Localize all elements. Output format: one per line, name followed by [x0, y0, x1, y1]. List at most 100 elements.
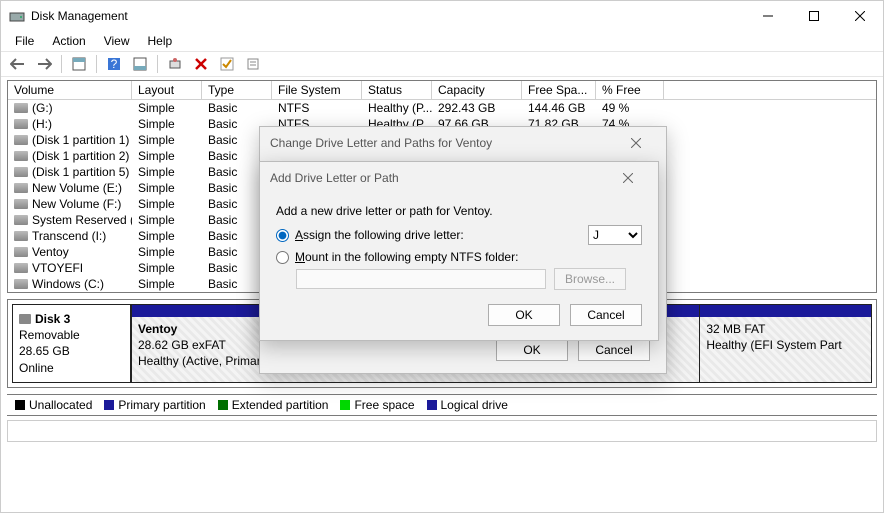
cell: Simple [132, 212, 202, 228]
volume-row[interactable]: (G:)SimpleBasicNTFSHealthy (P...292.43 G… [8, 100, 876, 116]
ok-button[interactable]: OK [488, 304, 560, 326]
cell: Simple [132, 148, 202, 164]
cancel-button[interactable]: Cancel [578, 339, 650, 361]
cell: Simple [132, 244, 202, 260]
help-icon[interactable]: ? [103, 53, 125, 75]
column-header[interactable]: Status [362, 81, 432, 99]
cell: 292.43 GB [432, 100, 522, 116]
column-header[interactable]: File System [272, 81, 362, 99]
browse-button: Browse... [554, 268, 626, 290]
cell: Transcend (I:) [8, 228, 132, 244]
volume-icon [14, 119, 28, 129]
legend-item: Free space [340, 398, 414, 412]
cell: 49 % [596, 100, 664, 116]
cell: New Volume (E:) [8, 180, 132, 196]
column-header[interactable]: Capacity [432, 81, 522, 99]
cell: Simple [132, 132, 202, 148]
volume-icon [14, 231, 28, 241]
column-header[interactable]: % Free [596, 81, 664, 99]
cell: Simple [132, 116, 202, 132]
cell: 144.46 GB [522, 100, 596, 116]
cell: Windows (C:) [8, 276, 132, 292]
cell: Simple [132, 228, 202, 244]
drive-letter-select[interactable]: J [588, 225, 642, 245]
assign-letter-radio[interactable] [276, 229, 289, 242]
mount-folder-radio[interactable] [276, 251, 289, 264]
column-header[interactable]: Type [202, 81, 272, 99]
window-title: Disk Management [31, 9, 745, 23]
view-bottom-icon[interactable] [129, 53, 151, 75]
legend-item: Extended partition [218, 398, 329, 412]
minimize-button[interactable] [745, 1, 791, 31]
dialog-close-icon[interactable] [616, 129, 656, 157]
cell: (Disk 1 partition 1) [8, 132, 132, 148]
cancel-button[interactable]: Cancel [570, 304, 642, 326]
volume-icon [14, 103, 28, 113]
cell: NTFS [272, 100, 362, 116]
menu-file[interactable]: File [7, 32, 42, 50]
titlebar: Disk Management [1, 1, 883, 31]
legend-item: Unallocated [15, 398, 92, 412]
delete-icon[interactable] [190, 53, 212, 75]
column-header[interactable]: Layout [132, 81, 202, 99]
cell: (G:) [8, 100, 132, 116]
volume-icon [14, 183, 28, 193]
cell: Ventoy [8, 244, 132, 260]
menu-help[interactable]: Help [140, 32, 181, 50]
disk-header[interactable]: Disk 3 Removable 28.65 GB Online [13, 305, 131, 382]
cell: (Disk 1 partition 5) [8, 164, 132, 180]
cell: Simple [132, 276, 202, 292]
legend-item: Logical drive [427, 398, 508, 412]
view-top-icon[interactable] [68, 53, 90, 75]
volume-icon [14, 167, 28, 177]
check-icon[interactable] [216, 53, 238, 75]
svg-text:?: ? [111, 57, 118, 71]
partition[interactable]: 32 MB FATHealthy (EFI System Part [699, 305, 871, 382]
column-header[interactable]: Free Spa... [522, 81, 596, 99]
menu-view[interactable]: View [96, 32, 138, 50]
cell: Simple [132, 196, 202, 212]
cell: System Reserved (... [8, 212, 132, 228]
dialog-intro: Add a new drive letter or path for Vento… [276, 204, 642, 218]
volume-icon [14, 151, 28, 161]
assign-letter-label: Assign the following drive letter: [295, 228, 464, 242]
menu-action[interactable]: Action [44, 32, 93, 50]
cell: Basic [202, 100, 272, 116]
cell: Simple [132, 100, 202, 116]
disk-management-window: Disk Management File Action View Help ? … [0, 0, 884, 513]
legend: Unallocated Primary partition Extended par… [7, 394, 877, 416]
mount-path-input [296, 269, 546, 289]
back-button[interactable] [7, 53, 29, 75]
cell: Simple [132, 260, 202, 276]
menubar: File Action View Help [1, 31, 883, 51]
dialog-close-icon[interactable] [608, 164, 648, 192]
cell: (H:) [8, 116, 132, 132]
app-icon [9, 8, 25, 24]
cell: New Volume (F:) [8, 196, 132, 212]
settings-icon[interactable] [164, 53, 186, 75]
add-drive-letter-dialog: Add Drive Letter or Path Add a new drive… [259, 161, 659, 341]
forward-button[interactable] [33, 53, 55, 75]
volume-icon [14, 263, 28, 273]
volume-icon [14, 199, 28, 209]
close-button[interactable] [837, 1, 883, 31]
volume-list-header: VolumeLayoutTypeFile SystemStatusCapacit… [8, 81, 876, 100]
properties-icon[interactable] [242, 53, 264, 75]
volume-icon [14, 279, 28, 289]
cell: Simple [132, 180, 202, 196]
cell: Healthy (P... [362, 100, 432, 116]
cell: (Disk 1 partition 2) [8, 148, 132, 164]
cell: VTOYEFI [8, 260, 132, 276]
legend-item: Primary partition [104, 398, 205, 412]
volume-icon [14, 247, 28, 257]
dialog-title: Change Drive Letter and Paths for Ventoy [270, 136, 492, 150]
column-header[interactable]: Volume [8, 81, 132, 99]
ok-button[interactable]: OK [496, 339, 568, 361]
toolbar: ? [1, 51, 883, 77]
statusbar [7, 420, 877, 442]
cell: Simple [132, 164, 202, 180]
maximize-button[interactable] [791, 1, 837, 31]
mount-folder-label: Mount in the following empty NTFS folder… [295, 250, 518, 264]
volume-icon [14, 135, 28, 145]
dialog-title: Add Drive Letter or Path [270, 171, 399, 185]
